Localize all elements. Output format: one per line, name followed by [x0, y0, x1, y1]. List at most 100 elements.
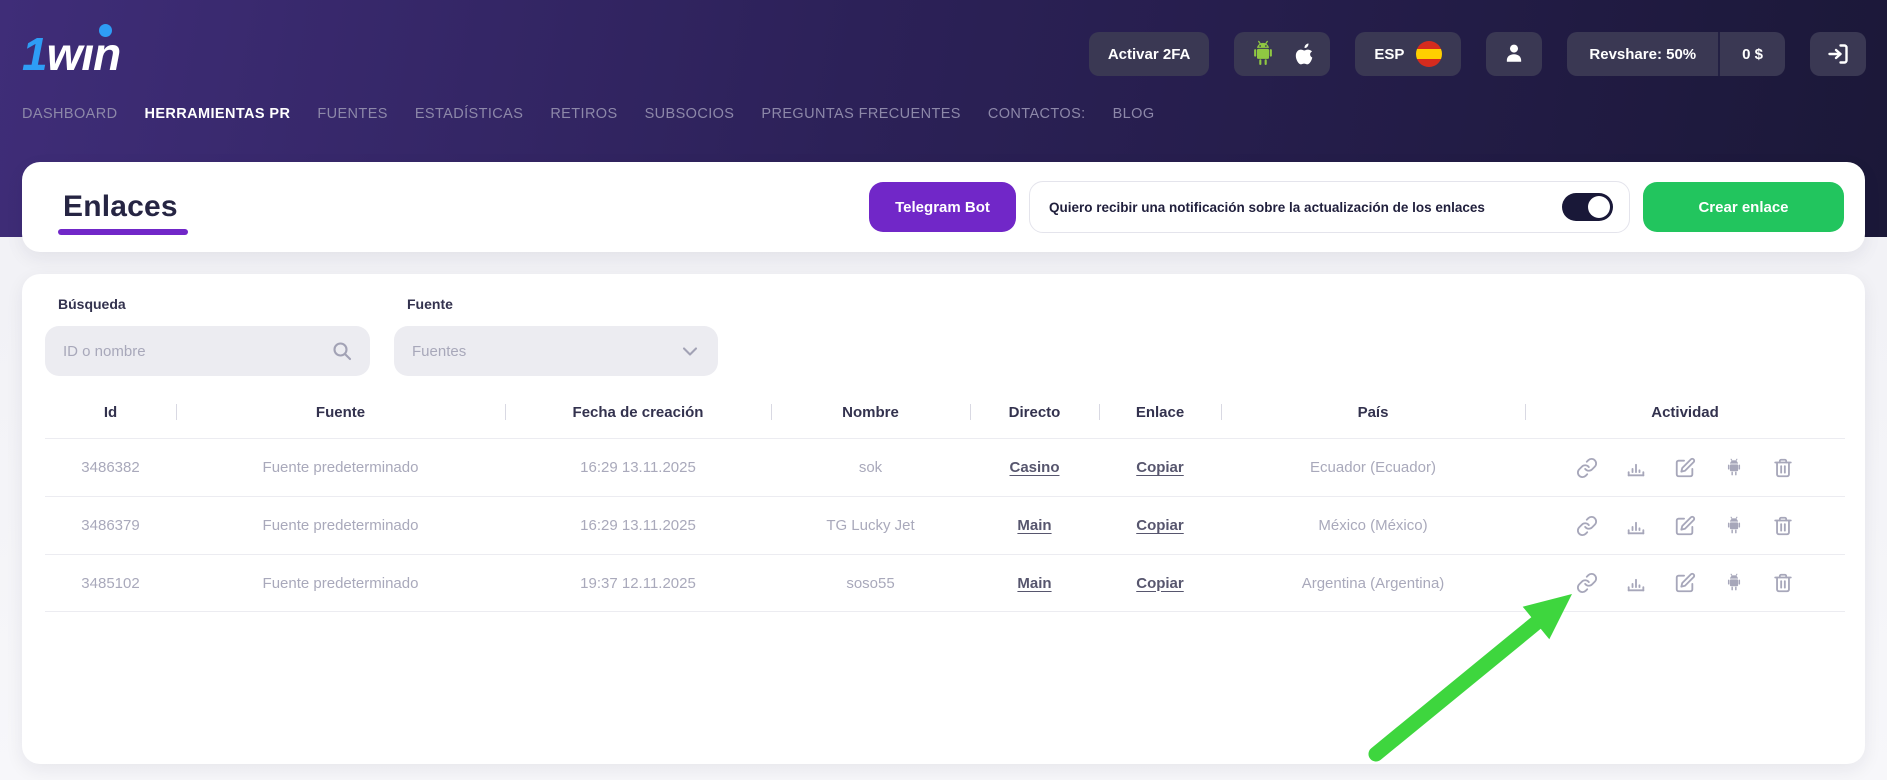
toolbar-card: Enlaces Telegram Bot Quiero recibir una … — [22, 162, 1865, 252]
android-icon[interactable] — [1723, 572, 1745, 594]
cell-pais: Ecuador (Ecuador) — [1221, 459, 1525, 476]
logout-icon — [1826, 42, 1850, 66]
page-title: Enlaces — [63, 190, 178, 224]
stats-icon[interactable] — [1625, 515, 1647, 537]
top-bar: 1wın Activar 2FA — [22, 24, 1866, 84]
links-table: Id Fuente Fecha de creación Nombre Direc… — [45, 386, 1845, 612]
cell-actions — [1525, 515, 1845, 537]
directo-link[interactable]: Main — [1017, 517, 1051, 534]
language-selector[interactable]: ESP — [1355, 32, 1461, 76]
nav-item-estadisticas[interactable]: ESTADÍSTICAS — [415, 106, 523, 122]
col-header-nombre: Nombre — [771, 404, 970, 421]
cell-actions — [1525, 457, 1845, 479]
cell-actions — [1525, 572, 1845, 594]
delete-icon[interactable] — [1772, 572, 1794, 594]
spain-flag-icon — [1416, 41, 1442, 67]
links-card: Búsqueda Fuente Fuentes — [22, 274, 1865, 764]
toolbar-actions: Telegram Bot Quiero recibir una notifica… — [869, 181, 1844, 233]
logo-dot — [99, 24, 112, 37]
notification-setting: Quiero recibir una notificación sobre la… — [1029, 181, 1630, 233]
col-header-id: Id — [45, 404, 176, 421]
col-header-directo: Directo — [970, 404, 1099, 421]
stats-icon[interactable] — [1625, 572, 1647, 594]
activate-2fa-label: Activar 2FA — [1108, 46, 1191, 63]
search-filter-group: Búsqueda — [45, 296, 370, 376]
logout-button[interactable] — [1810, 32, 1866, 76]
chevron-down-icon — [678, 339, 702, 368]
notification-toggle[interactable] — [1562, 193, 1613, 221]
delete-icon[interactable] — [1772, 457, 1794, 479]
cell-pais: México (México) — [1221, 517, 1525, 534]
source-select-value: Fuentes — [412, 343, 466, 360]
cell-fuente: Fuente predeterminado — [176, 459, 505, 476]
col-header-fuente: Fuente — [176, 404, 505, 421]
user-icon — [1501, 41, 1527, 67]
app-download-button[interactable] — [1234, 32, 1330, 76]
profile-button[interactable] — [1486, 32, 1542, 76]
nav-item-fuentes[interactable]: FUENTES — [317, 106, 387, 122]
nav-item-retiros[interactable]: RETIROS — [550, 106, 617, 122]
directo-link[interactable]: Main — [1017, 575, 1051, 592]
delete-icon[interactable] — [1772, 515, 1794, 537]
table-header-row: Id Fuente Fecha de creación Nombre Direc… — [45, 386, 1845, 438]
col-header-enlace: Enlace — [1099, 404, 1221, 421]
nav-item-herramientas-pr[interactable]: HERRAMIENTAS PR — [144, 106, 290, 122]
col-header-fecha: Fecha de creación — [505, 404, 771, 421]
cell-pais: Argentina (Argentina) — [1221, 575, 1525, 592]
search-input[interactable] — [45, 326, 370, 376]
cell-fecha: 19:37 12.11.2025 — [505, 575, 771, 592]
balance-pill[interactable]: Revshare: 50% 0 $ — [1567, 32, 1785, 76]
cell-fecha: 16:29 13.11.2025 — [505, 459, 771, 476]
cell-nombre: soso55 — [771, 575, 970, 592]
logo-digit: 1 — [22, 28, 47, 80]
source-filter-group: Fuente Fuentes — [394, 296, 718, 376]
android-icon[interactable] — [1723, 515, 1745, 537]
copy-link[interactable]: Copiar — [1136, 517, 1184, 534]
balance-amount: 0 $ — [1720, 32, 1785, 76]
source-select[interactable]: Fuentes — [394, 326, 718, 376]
nav-item-contactos[interactable]: CONTACTOS: — [988, 106, 1086, 122]
edit-icon[interactable] — [1674, 572, 1696, 594]
link-icon[interactable] — [1576, 515, 1598, 537]
table-row: 3485102 Fuente predeterminado 19:37 12.1… — [45, 554, 1845, 612]
stats-icon[interactable] — [1625, 457, 1647, 479]
top-bar-actions: Activar 2FA — [1089, 32, 1866, 76]
copy-link[interactable]: Copiar — [1136, 575, 1184, 592]
cell-nombre: sok — [771, 459, 970, 476]
cell-id: 3486379 — [45, 517, 176, 534]
cell-id: 3485102 — [45, 575, 176, 592]
cell-id: 3486382 — [45, 459, 176, 476]
source-label: Fuente — [407, 296, 718, 312]
nav-item-preguntas-frecuentes[interactable]: PREGUNTAS FRECUENTES — [761, 106, 960, 122]
notification-label: Quiero recibir una notificación sobre la… — [1049, 200, 1485, 215]
table-row: 3486379 Fuente predeterminado 16:29 13.1… — [45, 496, 1845, 554]
nav-item-blog[interactable]: BLOG — [1113, 106, 1155, 122]
language-label: ESP — [1374, 46, 1404, 63]
main-nav: DASHBOARD HERRAMIENTAS PR FUENTES ESTADÍ… — [22, 106, 1155, 122]
apple-icon — [1288, 40, 1316, 68]
search-label: Búsqueda — [58, 296, 370, 312]
table-row: 3486382 Fuente predeterminado 16:29 13.1… — [45, 438, 1845, 496]
create-link-button[interactable]: Crear enlace — [1643, 182, 1844, 232]
nav-item-dashboard[interactable]: DASHBOARD — [22, 106, 117, 122]
copy-link[interactable]: Copiar — [1136, 459, 1184, 476]
revshare-badge: Revshare: 50% — [1567, 32, 1718, 76]
edit-icon[interactable] — [1674, 515, 1696, 537]
toggle-knob — [1588, 196, 1610, 218]
android-icon[interactable] — [1723, 457, 1745, 479]
search-icon — [330, 339, 354, 368]
cell-fecha: 16:29 13.11.2025 — [505, 517, 771, 534]
activate-2fa-button[interactable]: Activar 2FA — [1089, 32, 1210, 76]
link-icon[interactable] — [1576, 457, 1598, 479]
page: 1wın Activar 2FA — [0, 0, 1887, 780]
col-header-actividad: Actividad — [1525, 404, 1845, 421]
cell-fuente: Fuente predeterminado — [176, 575, 505, 592]
edit-icon[interactable] — [1674, 457, 1696, 479]
directo-link[interactable]: Casino — [1009, 459, 1059, 476]
telegram-bot-button[interactable]: Telegram Bot — [869, 182, 1016, 232]
col-header-pais: País — [1221, 404, 1525, 421]
cell-fuente: Fuente predeterminado — [176, 517, 505, 534]
brand-logo[interactable]: 1wın — [22, 26, 120, 82]
link-icon[interactable] — [1576, 572, 1598, 594]
nav-item-subsocios[interactable]: SUBSOCIOS — [645, 106, 735, 122]
